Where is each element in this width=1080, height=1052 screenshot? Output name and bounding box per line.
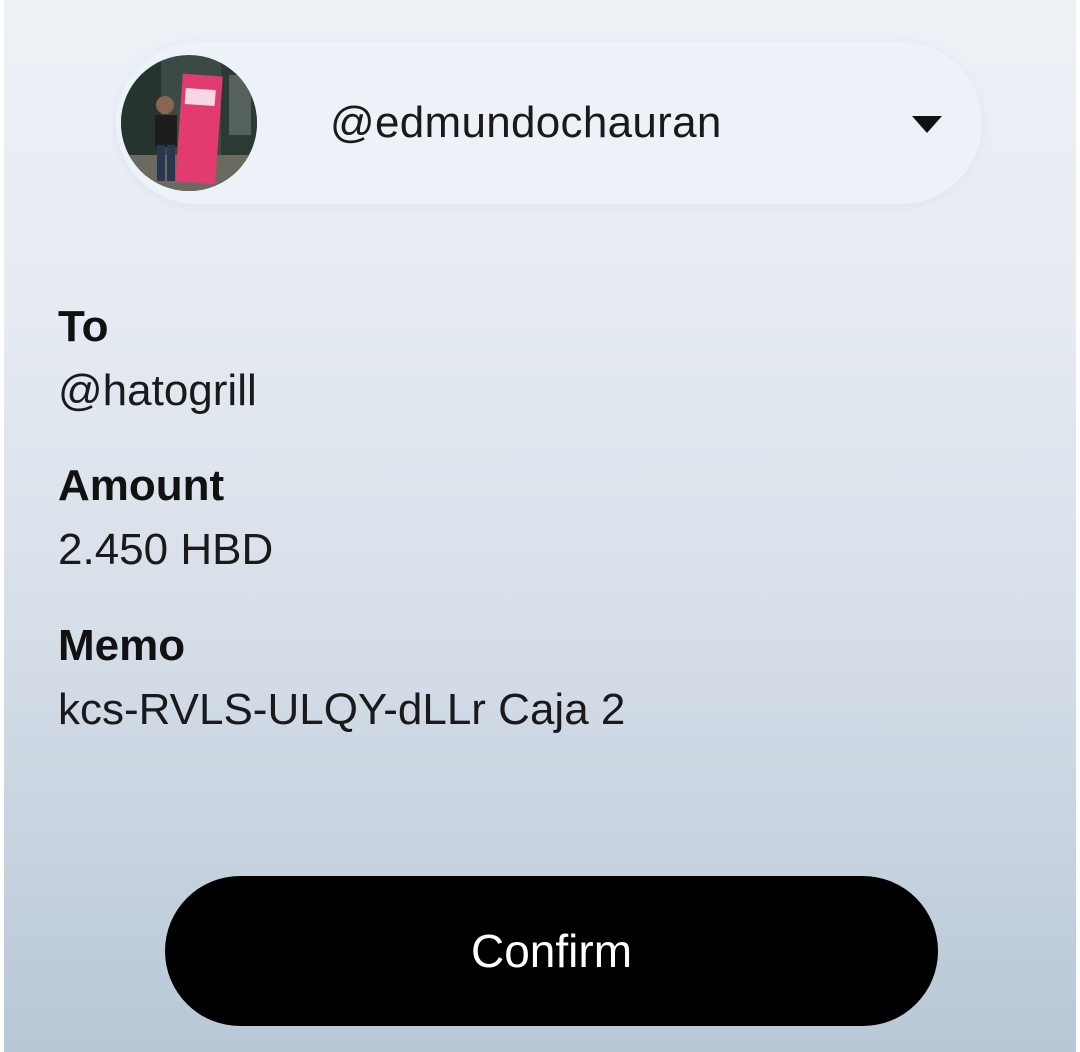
to-value: @hatogrill [58,366,257,415]
account-username: @edmundochauran [330,98,722,147]
memo-field: Memo kcs-RVLS-ULQY-dLLr Caja 2 [58,619,625,737]
transfer-confirm-screen: @edmundochauran To @hatogrill Amount 2.4… [4,0,1076,1052]
caret-down-icon[interactable] [912,116,942,134]
confirm-button[interactable]: Confirm [165,876,938,1026]
amount-field: Amount 2.450 HBD [58,459,273,577]
memo-label: Memo [58,621,186,670]
recipient-field: To @hatogrill [58,300,257,418]
account-selector[interactable]: @edmundochauran [116,42,982,204]
to-label: To [58,302,109,351]
amount-value: 2.450 HBD [58,525,274,574]
memo-value: kcs-RVLS-ULQY-dLLr Caja 2 [58,685,626,734]
amount-label: Amount [58,461,225,510]
avatar [121,55,257,191]
